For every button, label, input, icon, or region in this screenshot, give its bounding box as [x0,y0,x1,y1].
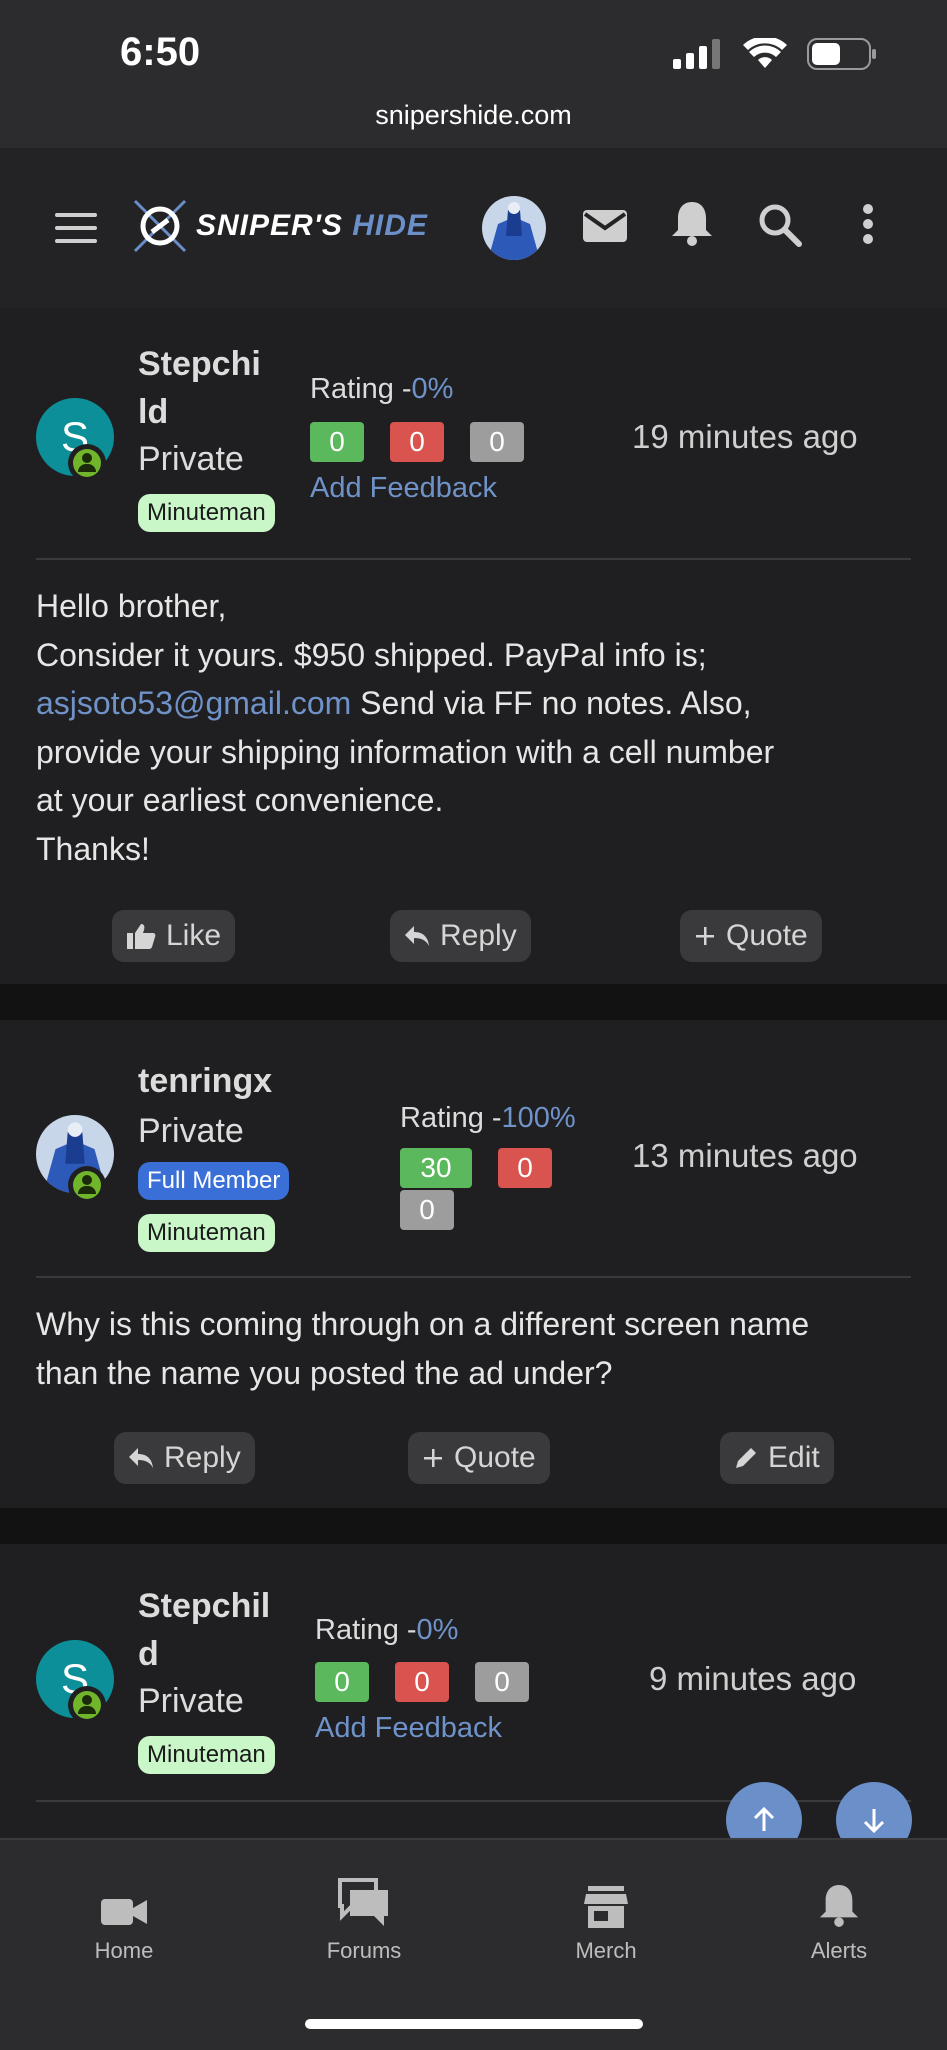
post-text-line: Thanks! [36,830,150,867]
store-icon [584,1886,628,1928]
tab-label: Merch [575,1938,637,1963]
battery-icon [807,38,876,70]
bell-icon[interactable] [670,200,714,246]
rating-label: Rating -100% [400,1102,576,1134]
post-time[interactable]: 19 minutes ago [632,418,858,456]
wifi-icon [743,38,787,68]
post-separator [0,984,947,1020]
tab-label: Forums [326,1938,402,1963]
post-text-line: Why is this coming through on a differen… [36,1306,810,1342]
arrow-down-icon [863,1809,885,1834]
plus-icon [424,1449,442,1467]
more-options-icon[interactable] [862,204,874,244]
tab-forums[interactable]: Forums [289,1870,439,1964]
neutral-count: 0 [470,422,524,462]
post-card: S Stepchild Private Minuteman Rating -0%… [0,308,947,984]
reply-button[interactable]: Reply [390,910,531,962]
post-time[interactable]: 13 minutes ago [632,1137,858,1175]
post-text-line: provide your shipping information with a… [36,733,775,770]
tab-home[interactable]: Home [49,1870,199,1964]
user-avatar[interactable] [482,196,546,260]
quote-button[interactable]: Quote [680,910,822,962]
user-badge: Minuteman [138,494,275,532]
divider [36,558,911,560]
user-rank: Private [138,1682,244,1720]
tab-alerts[interactable]: Alerts [764,1870,914,1964]
plus-icon [696,927,714,945]
online-status-icon [68,444,106,482]
post-card: tenringx Private Full Member Minuteman R… [0,1020,947,1508]
neutral-count: 0 [400,1190,454,1230]
post-card: S Stepchild Private Minuteman Rating -0%… [0,1544,947,1838]
user-badge: Minuteman [138,1214,275,1252]
post-body: Why is this coming through on a differen… [36,1300,916,1397]
positive-count: 0 [315,1662,369,1702]
neutral-count: 0 [475,1662,529,1702]
post-text-line: at your earliest convenience. [36,782,444,818]
tab-label: Home [94,1938,154,1963]
add-feedback-link[interactable]: Add Feedback [310,472,497,505]
logo-text: SNIPER'S HIDE [196,209,428,242]
reply-arrow-icon [129,1448,153,1468]
username[interactable]: tenringx [138,1057,272,1105]
rating-label: Rating -0% [315,1614,459,1646]
menu-button[interactable] [55,213,97,243]
status-time: 6:50 [120,30,201,74]
signal-icon [673,39,720,69]
post-time[interactable]: 9 minutes ago [649,1660,856,1698]
negative-count: 0 [390,422,444,462]
home-indicator[interactable] [305,2019,643,2029]
crosshair-logo-icon [133,199,187,253]
chat-bubbles-icon [338,1878,388,1926]
arrow-up-icon [753,1806,775,1831]
hamburger-icon [55,213,97,217]
post-text-line: asjsoto53@gmail.com Send via FF no notes… [36,685,752,721]
url-bar[interactable]: snipershide.com [0,92,947,149]
reply-arrow-icon [405,926,429,946]
tab-merch[interactable]: Merch [531,1870,681,1964]
add-feedback-link[interactable]: Add Feedback [315,1712,502,1745]
pencil-icon [736,1448,756,1468]
quote-button[interactable]: Quote [408,1432,550,1484]
reply-button[interactable]: Reply [114,1432,255,1484]
positive-count: 30 [400,1148,472,1188]
username[interactable]: Stepchild [138,340,261,436]
user-rank: Private [138,440,244,478]
mail-icon[interactable] [582,206,628,246]
post-body: Hello brother, Consider it yours. $950 s… [36,582,916,873]
post-text-line: Hello brother, [36,588,227,624]
bell-icon [819,1884,859,1927]
user-badge: Minuteman [138,1736,275,1774]
online-status-icon [68,1686,106,1724]
negative-count: 0 [498,1148,552,1188]
online-status-icon [68,1166,106,1204]
search-icon[interactable] [758,203,802,247]
rating-label: Rating -0% [310,373,454,405]
avatar-image [482,196,546,260]
email-link[interactable]: asjsoto53@gmail.com [36,685,351,721]
post-text-line: than the name you posted the ad under? [36,1354,613,1391]
url-text: snipershide.com [375,100,572,130]
post-text-line: Consider it yours. $950 shipped. PayPal … [36,636,707,673]
positive-count: 0 [310,422,364,462]
divider [36,1276,911,1278]
user-rank: Private [138,1112,244,1150]
site-header: SNIPER'S HIDE [0,148,947,308]
user-badge-full-member: Full Member [138,1162,290,1200]
post-separator [0,1508,947,1544]
status-icons [673,38,877,70]
tab-label: Alerts [810,1938,868,1963]
thumbs-up-icon [127,924,156,949]
video-camera-icon [101,1899,147,1925]
site-logo[interactable]: SNIPER'S HIDE [130,196,428,256]
username[interactable]: Stepchild [138,1582,270,1678]
negative-count: 0 [395,1662,449,1702]
edit-button[interactable]: Edit [720,1432,834,1484]
like-button[interactable]: Like [112,910,236,962]
